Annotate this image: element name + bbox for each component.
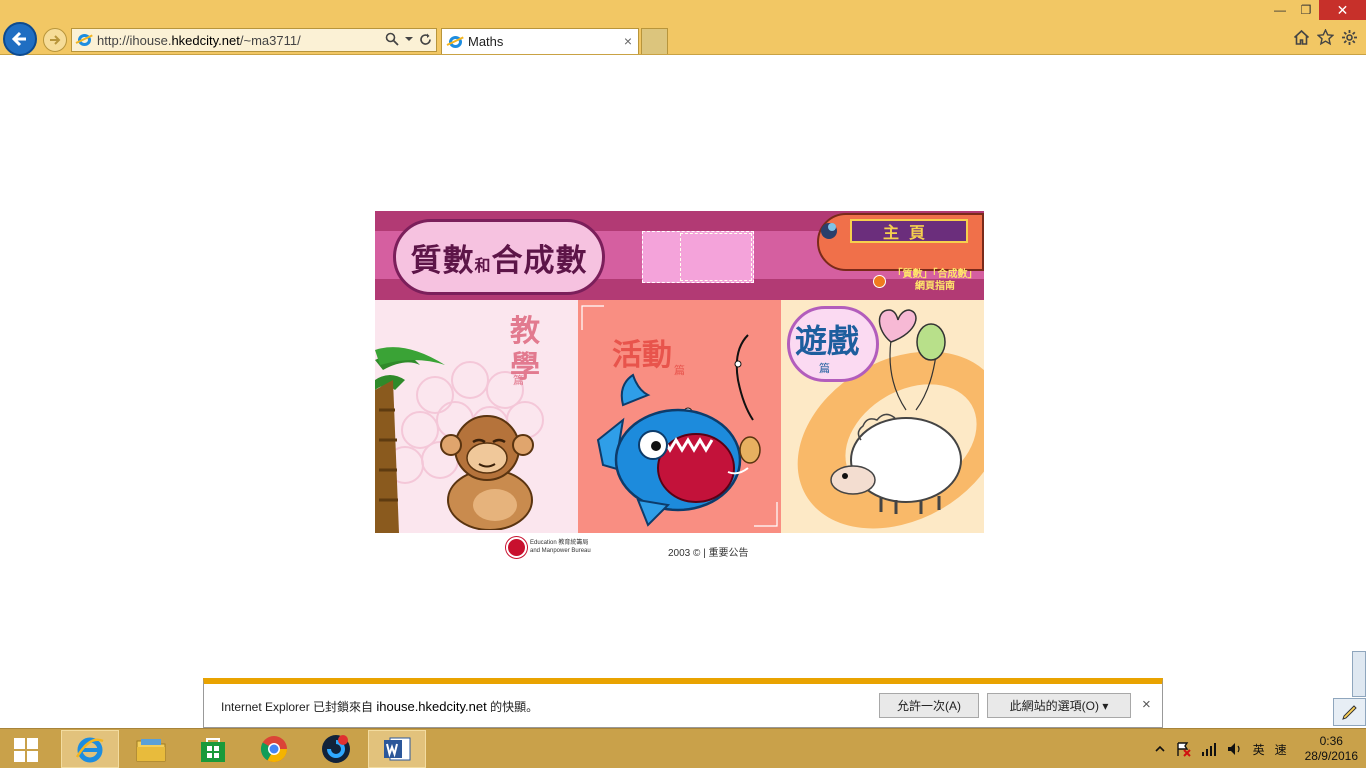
- taskbar-file-explorer[interactable]: [122, 730, 180, 768]
- taskbar-app[interactable]: [307, 730, 365, 768]
- tab-title: Maths: [468, 34, 504, 49]
- taskbar-word[interactable]: [368, 730, 426, 768]
- refresh-icon[interactable]: [419, 33, 432, 46]
- pen-icon: [1342, 705, 1357, 720]
- home-button[interactable]: 主頁: [850, 219, 968, 243]
- monkey-illustration: [440, 415, 534, 530]
- guide-link[interactable]: 「質數」「合成數」 網頁指南: [889, 269, 981, 293]
- restore-button[interactable]: ❐: [1293, 0, 1319, 20]
- url-text[interactable]: http://ihouse.hkedcity.net/~ma3711/: [97, 33, 301, 48]
- taskbar-store[interactable]: [184, 730, 242, 768]
- page-banner: 質數和合成數 主頁 「質數」「合成數」 網頁指南: [375, 211, 984, 300]
- forward-button[interactable]: [43, 28, 67, 52]
- chrome-icon: [260, 736, 288, 763]
- clock-date: 28/9/2016: [1304, 749, 1358, 763]
- maths-flash-content: 質數和合成數 主頁 「質數」「合成數」 網頁指南 教學 篇 活動 篇 遊戲 篇: [375, 211, 984, 533]
- edb-logo[interactable]: Education 教育統籌局 and Manpower Bureau: [506, 536, 596, 558]
- tab-close-button[interactable]: ×: [624, 33, 632, 49]
- game-section-link[interactable]: 遊戲 篇: [781, 300, 984, 533]
- corner-brackets: [581, 305, 778, 527]
- allow-once-button[interactable]: 允許一次(A): [879, 693, 979, 718]
- guide-bullet-icon: [873, 275, 886, 288]
- banner-decoration-dashed: [680, 233, 752, 281]
- taskbar: 英 速 0:36 28/9/2016: [0, 728, 1366, 768]
- favorites-star-icon[interactable]: [1317, 29, 1334, 46]
- store-icon: [201, 738, 225, 762]
- ie-tab-icon: [448, 34, 464, 50]
- page-title-text: 質數和合成數: [410, 242, 588, 279]
- teaching-section-link[interactable]: 教學 篇: [375, 300, 578, 533]
- edb-line1: Education 教育統籌局: [530, 540, 589, 546]
- back-button[interactable]: [3, 22, 37, 56]
- edb-line2: and Manpower Bureau: [530, 548, 591, 554]
- address-bar[interactable]: http://ihouse.hkedcity.net/~ma3711/: [71, 28, 437, 52]
- search-icon[interactable]: [385, 32, 399, 46]
- home-icon[interactable]: [1293, 29, 1310, 46]
- folder-icon: [136, 739, 166, 762]
- word-icon: [384, 737, 411, 761]
- clock-time: 0:36: [1319, 734, 1343, 748]
- volume-speaker-icon[interactable]: [1227, 742, 1243, 756]
- arrow-right-icon: [50, 35, 61, 45]
- internet-explorer-icon: [75, 737, 104, 763]
- ime-mode-indicator[interactable]: 速: [1275, 741, 1287, 758]
- guide-link-line2: 網頁指南: [915, 281, 955, 292]
- site-options-button[interactable]: 此網站的選項(O) ▾: [987, 693, 1131, 718]
- edb-logo-text: Education 教育統籌局 and Manpower Bureau: [530, 539, 591, 555]
- notification-close-button[interactable]: ×: [1142, 696, 1151, 713]
- circular-app-icon: [322, 735, 350, 763]
- ie-page-icon: [77, 32, 93, 48]
- show-hidden-icons-icon[interactable]: [1155, 744, 1165, 754]
- close-window-button[interactable]: ✕: [1319, 0, 1366, 20]
- activity-section-link[interactable]: 活動 篇: [578, 300, 781, 533]
- copyright-notice[interactable]: 2003 © | 重要公告: [668, 544, 749, 559]
- side-widget[interactable]: [1352, 651, 1366, 697]
- sheep-with-balloons-illustration: [830, 309, 962, 514]
- hk-emblem-icon: [506, 536, 527, 558]
- toolbar-right: [1293, 29, 1358, 46]
- taskbar-clock[interactable]: 0:36 28/9/2016: [1305, 734, 1358, 764]
- notification-message: Internet Explorer 已封鎖來自 ihouse.hkedcity.…: [221, 699, 539, 714]
- new-tab-button[interactable]: [641, 28, 668, 54]
- guide-link-line1: 「質數」「合成數」: [892, 269, 978, 280]
- start-button[interactable]: [14, 738, 38, 762]
- minimize-button[interactable]: —: [1267, 0, 1293, 20]
- ime-language-indicator[interactable]: 英: [1253, 741, 1265, 758]
- settings-gear-icon[interactable]: [1341, 29, 1358, 46]
- window-controls: — ❐ ✕: [1267, 0, 1366, 20]
- side-widget-pen[interactable]: [1333, 698, 1366, 726]
- browser-chrome: http://ihouse.hkedcity.net/~ma3711/ Math…: [0, 0, 1366, 56]
- page-title: 質數和合成數: [393, 219, 605, 295]
- action-center-flag-icon[interactable]: [1175, 741, 1191, 757]
- tab-maths[interactable]: Maths ×: [441, 28, 639, 54]
- system-tray: 英 速 0:36 28/9/2016: [1155, 729, 1358, 769]
- network-signal-icon[interactable]: [1201, 742, 1217, 756]
- teaching-sub-label: 篇: [513, 375, 524, 387]
- popup-blocked-notification: Internet Explorer 已封鎖來自 ihouse.hkedcity.…: [203, 678, 1163, 728]
- decorative-bubbles-icon: [821, 223, 837, 239]
- arrow-left-icon: [11, 31, 26, 47]
- taskbar-chrome[interactable]: [245, 730, 303, 768]
- dropdown-icon[interactable]: [405, 35, 413, 43]
- address-tools: [385, 32, 432, 46]
- taskbar-internet-explorer[interactable]: [61, 730, 119, 768]
